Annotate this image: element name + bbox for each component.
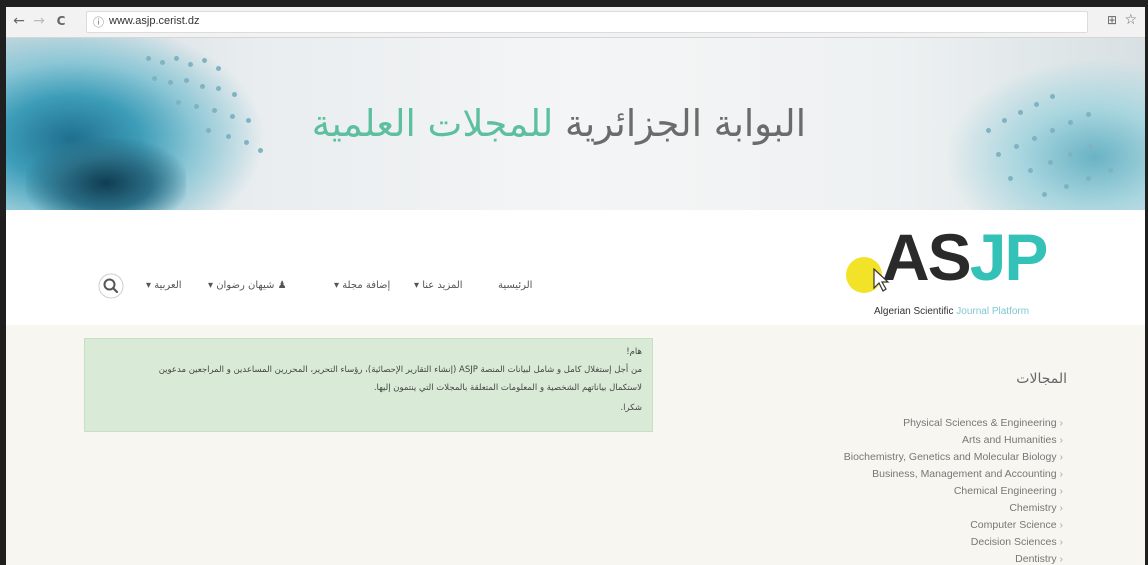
notice-line-3: شكرا. xyxy=(620,403,642,413)
nav-user[interactable]: ♟ شيهان رضوان ▾ xyxy=(208,276,287,296)
user-icon: ♟ xyxy=(277,280,287,291)
banner-splash-left-dark xyxy=(26,138,186,210)
bookmark-star-icon[interactable]: ☆ xyxy=(1124,12,1137,28)
field-link[interactable]: Decision Sciences xyxy=(971,536,1063,548)
logo-part-jp: JP xyxy=(969,220,1049,294)
field-link[interactable]: Physical Sciences & Engineering xyxy=(903,417,1063,429)
logo-tagline-light: Journal Platform xyxy=(956,306,1030,317)
nav-home[interactable]: الرئيسية xyxy=(498,276,532,296)
banner-title-accent: للمجلات العلمية xyxy=(311,102,554,145)
field-link[interactable]: Biochemistry, Genetics and Molecular Bio… xyxy=(844,451,1063,463)
field-link[interactable]: Chemistry xyxy=(1009,502,1063,514)
search-icon[interactable] xyxy=(98,273,124,299)
field-link[interactable]: Arts and Humanities xyxy=(962,434,1063,446)
field-link[interactable]: Computer Science xyxy=(970,519,1063,531)
banner-title-main: البوابة الجزائرية xyxy=(565,102,806,145)
forward-arrow-icon[interactable]: → xyxy=(30,12,48,30)
site-header: العربية ▾ ♟ شيهان رضوان ▾ إضافة مجلة ▾ ا… xyxy=(6,210,1145,325)
logo-wordmark: ASJP xyxy=(882,220,1049,294)
field-link[interactable]: Business, Management and Accounting xyxy=(872,468,1063,480)
info-icon[interactable]: ⓘ xyxy=(93,14,104,30)
site-banner: البوابة الجزائرية للمجلات العلمية xyxy=(6,38,1145,210)
field-link[interactable]: Dentistry xyxy=(1015,553,1063,565)
logo-tagline-main: Algerian Scientific xyxy=(874,306,954,317)
notice-heading: هام! xyxy=(626,347,642,357)
main-content: هام! من أجل إستغلال كامل و شامل لبيانات … xyxy=(6,325,1145,565)
logo-tagline: Algerian Scientific Journal Platform xyxy=(874,306,1029,317)
notice-box: هام! من أجل إستغلال كامل و شامل لبيانات … xyxy=(84,338,653,432)
nav-user-label: شيهان رضوان ▾ xyxy=(208,280,275,291)
banner-title: البوابة الجزائرية للمجلات العلمية xyxy=(306,94,806,154)
nav-language[interactable]: العربية ▾ xyxy=(146,276,182,296)
browser-toolbar: ← → C ⓘ www.asjp.cerist.dz ⊞ ☆ xyxy=(6,7,1145,38)
fields-title: المجالات xyxy=(1016,371,1067,387)
nav-about[interactable]: المزيد عنا ▾ xyxy=(414,276,463,296)
logo-part-as: AS xyxy=(882,220,972,294)
field-link[interactable]: Chemical Engineering xyxy=(954,485,1063,497)
banner-splash-right xyxy=(945,58,1145,210)
nav-add-journal[interactable]: إضافة مجلة ▾ xyxy=(334,276,390,296)
back-arrow-icon[interactable]: ← xyxy=(10,12,28,30)
notice-line-2: لاستكمال بياناتهم الشخصية و المعلومات ال… xyxy=(373,383,642,393)
notice-line-1: من أجل إستغلال كامل و شامل لبيانات المنص… xyxy=(158,365,642,375)
reload-icon[interactable]: C xyxy=(52,12,70,30)
mouse-cursor-icon xyxy=(873,268,890,292)
address-url[interactable]: www.asjp.cerist.dz xyxy=(109,15,199,27)
window-frame-top xyxy=(0,0,1148,7)
address-bar[interactable]: ⓘ www.asjp.cerist.dz xyxy=(86,11,1088,33)
translate-icon[interactable]: ⊞ xyxy=(1107,13,1117,27)
